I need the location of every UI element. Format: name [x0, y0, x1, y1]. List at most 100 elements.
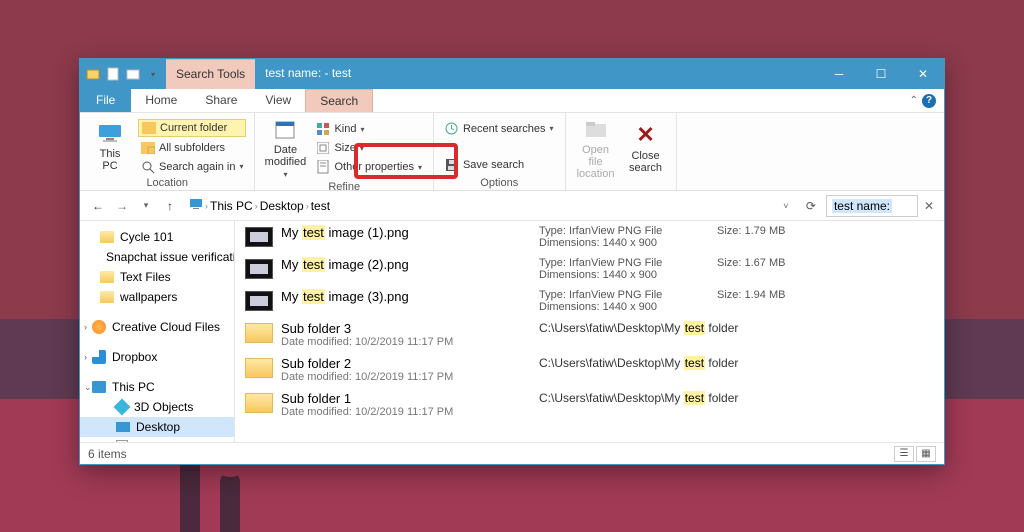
nav-folder-snapchat[interactable]: Snapchat issue verification [80, 247, 234, 267]
nav-dropbox[interactable]: ›Dropbox [80, 347, 234, 367]
tab-home[interactable]: Home [131, 89, 191, 112]
details-view-button[interactable]: ☰ [894, 446, 914, 462]
size-button[interactable]: Size ▾ [313, 140, 425, 156]
navigation-pane[interactable]: Cycle 101 Snapchat issue verification Te… [80, 221, 235, 442]
nav-3d-objects[interactable]: 3D Objects [80, 397, 234, 417]
tab-view[interactable]: View [251, 89, 305, 112]
size-icon [316, 141, 330, 155]
explorer-icon [86, 67, 100, 81]
contextual-tab-search-tools[interactable]: Search Tools [166, 59, 255, 89]
ribbon: This PC Current folder All subfolders Se… [80, 113, 944, 191]
item-count: 6 items [88, 447, 127, 461]
search-icon [141, 160, 155, 174]
result-row[interactable]: My test image (3).png Type: IrfanView PNG… [235, 285, 944, 317]
tab-share[interactable]: Share [191, 89, 251, 112]
result-name: My test image (1).png [281, 225, 531, 240]
result-path: C:\Users\fatiw\Desktop\My test folder [539, 391, 738, 405]
calendar-icon [271, 117, 299, 141]
qat-newfolder-icon[interactable] [126, 67, 140, 81]
tab-search[interactable]: Search [305, 89, 373, 112]
image-thumb-icon [245, 227, 273, 247]
save-icon [445, 158, 459, 172]
clear-search-button[interactable]: ✕ [922, 199, 936, 213]
result-row[interactable]: Sub folder 2Date modified: 10/2/2019 11:… [235, 352, 944, 387]
this-pc-label: This PC [100, 148, 121, 172]
current-folder-button[interactable]: Current folder [138, 119, 246, 137]
save-search-button[interactable]: Save search [442, 157, 557, 173]
subfolders-icon [141, 141, 155, 155]
nav-folder-cycle101[interactable]: Cycle 101 [80, 227, 234, 247]
result-row[interactable]: Sub folder 1Date modified: 10/2/2019 11:… [235, 387, 944, 422]
recent-searches-button[interactable]: Recent searches ▾ [442, 121, 557, 137]
search-input[interactable]: test name: [826, 195, 918, 217]
result-name: Sub folder 3 [281, 321, 531, 336]
result-name: Sub folder 1 [281, 391, 531, 406]
result-date: Date modified: 10/2/2019 11:17 PM [281, 406, 531, 418]
nav-this-pc[interactable]: ⌄This PC [80, 377, 234, 397]
folder-thumb-icon [245, 358, 273, 378]
folder-thumb-icon [245, 323, 273, 343]
explorer-window: ▾ Search Tools test name: - test ─ ☐ ✕ F… [79, 58, 945, 465]
result-size: Size: 1.79 MB [717, 225, 785, 237]
nav-folder-textfiles[interactable]: Text Files [80, 267, 234, 287]
result-meta: Type: IrfanView PNG FileDimensions: 1440… [539, 225, 709, 249]
tab-file[interactable]: File [80, 89, 131, 112]
open-file-location-button[interactable]: Open file location [574, 117, 618, 180]
addr-history-button[interactable]: ˅ [776, 196, 796, 216]
open-folder-icon [582, 117, 610, 141]
this-pc-button[interactable]: This PC [88, 117, 132, 176]
status-bar: 6 items ☰ ▦ [80, 442, 944, 464]
result-size: Size: 1.67 MB [717, 257, 785, 269]
clock-icon [445, 122, 459, 136]
results-pane[interactable]: My test image (1).png Type: IrfanView PNG… [235, 221, 944, 442]
result-path: C:\Users\fatiw\Desktop\My test folder [539, 321, 738, 335]
result-row[interactable]: Sub folder 3Date modified: 10/2/2019 11:… [235, 317, 944, 352]
close-x-icon: ✕ [632, 123, 660, 147]
nav-desktop[interactable]: Desktop [80, 417, 234, 437]
all-subfolders-button[interactable]: All subfolders [138, 140, 246, 156]
minimize-button[interactable]: ─ [818, 59, 860, 89]
nav-folder-wallpapers[interactable]: wallpapers [80, 287, 234, 307]
result-meta: Type: IrfanView PNG FileDimensions: 1440… [539, 289, 709, 313]
maximize-button[interactable]: ☐ [860, 59, 902, 89]
group-options-label: Options [442, 176, 557, 189]
group-refine-label: Refine [263, 180, 425, 193]
date-modified-button[interactable]: Date modified▾ [263, 117, 307, 180]
result-date: Date modified: 10/2/2019 11:17 PM [281, 371, 531, 383]
nav-creative-cloud[interactable]: ›Creative Cloud Files [80, 317, 234, 337]
qat-properties-icon[interactable] [106, 67, 120, 81]
group-location-label: Location [88, 176, 246, 189]
chevron-down-icon: ▾ [239, 162, 243, 171]
properties-icon [316, 160, 330, 174]
result-row[interactable]: My test image (1).png Type: IrfanView PNG… [235, 221, 944, 253]
result-row[interactable]: My test image (2).png Type: IrfanView PNG… [235, 253, 944, 285]
forward-button[interactable]: → [112, 196, 132, 216]
result-size: Size: 1.94 MB [717, 289, 785, 301]
titlebar: ▾ Search Tools test name: - test ─ ☐ ✕ [80, 59, 944, 89]
back-button[interactable]: ← [88, 196, 108, 216]
result-name: My test image (3).png [281, 289, 531, 304]
result-meta: Type: IrfanView PNG FileDimensions: 1440… [539, 257, 709, 281]
other-properties-button[interactable]: Other properties ▾ [313, 159, 425, 175]
result-path: C:\Users\fatiw\Desktop\My test folder [539, 356, 738, 370]
collapse-ribbon-icon[interactable]: ⌃ [910, 95, 918, 106]
result-name: My test image (2).png [281, 257, 531, 272]
refresh-button[interactable]: ⟳ [800, 199, 822, 213]
folder-thumb-icon [245, 393, 273, 413]
folder-icon [142, 121, 156, 135]
thumbnails-view-button[interactable]: ▦ [916, 446, 936, 462]
kind-button[interactable]: Kind ▾ [313, 121, 425, 137]
kind-icon [316, 122, 330, 136]
pc-mini-icon [189, 198, 203, 213]
breadcrumb[interactable]: › This PC › Desktop › test [184, 194, 772, 217]
close-button[interactable]: ✕ [902, 59, 944, 89]
help-icon[interactable]: ? [922, 94, 936, 108]
recent-locations-button[interactable]: ▾ [136, 196, 156, 216]
image-thumb-icon [245, 291, 273, 311]
qat-customize-icon[interactable]: ▾ [146, 67, 160, 81]
close-search-button[interactable]: ✕ Close search [624, 117, 668, 180]
search-again-in-button[interactable]: Search again in ▾ [138, 159, 246, 175]
address-bar: ← → ▾ ↑ › This PC › Desktop › test ˅ ⟳ t… [80, 191, 944, 221]
up-button[interactable]: ↑ [160, 196, 180, 216]
ribbon-tabs: File Home Share View Search ⌃ ? [80, 89, 944, 113]
